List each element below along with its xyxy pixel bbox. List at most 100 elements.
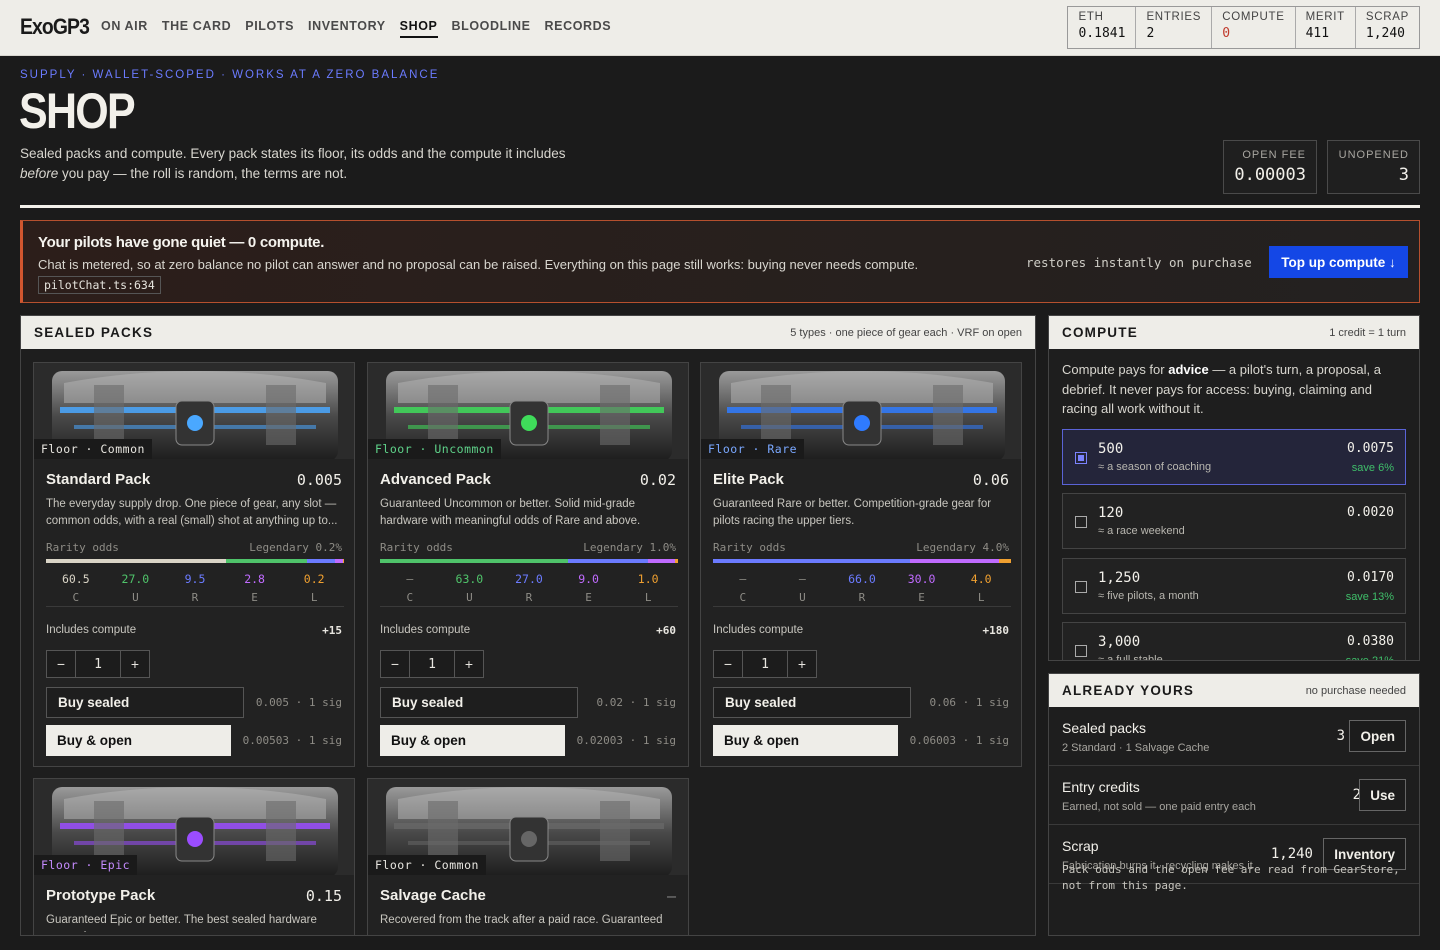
compute-option[interactable]: 3,000 ≈ a full stable 0.0380 save 21% xyxy=(1062,622,1406,660)
pack-price: 0.02 xyxy=(639,471,676,489)
decrement-button[interactable]: − xyxy=(713,650,743,678)
includes-compute-value: +60 xyxy=(656,624,676,637)
nav-item-inventory[interactable]: INVENTORY xyxy=(308,19,386,38)
already-yours-header: ALREADY YOURS no purchase needed xyxy=(1049,674,1419,707)
compute-option[interactable]: 500 ≈ a season of coaching 0.0075 save 6% xyxy=(1062,429,1406,485)
rarity-odds-bar xyxy=(380,559,678,563)
increment-button[interactable]: + xyxy=(454,650,484,678)
quantity-value[interactable]: 1 xyxy=(743,650,787,678)
pack-description: The everyday supply drop. One piece of g… xyxy=(46,498,338,527)
rarity-odds-cell: 4.0 L xyxy=(951,572,1011,604)
nav-item-the-card[interactable]: THE CARD xyxy=(162,19,231,38)
compute-option-checkbox[interactable] xyxy=(1075,581,1087,593)
compute-title: COMPUTE xyxy=(1062,325,1138,340)
rarity-odds-cell: 60.5 C xyxy=(46,572,106,604)
rarity-key: R xyxy=(858,591,866,604)
rarity-odds-cell: 9.5 R xyxy=(165,572,225,604)
alert-title: Your pilots have gone quiet — 0 compute. xyxy=(38,234,325,251)
buy-sealed-meta: 0.005 · 1 sig xyxy=(255,696,342,709)
card-divider xyxy=(713,606,1011,607)
odds-label: Rarity odds xyxy=(46,541,119,554)
zero-compute-alert: Your pilots have gone quiet — 0 compute.… xyxy=(20,220,1420,303)
pack-name: Elite Pack xyxy=(713,471,784,488)
compute-option-checkbox[interactable] xyxy=(1075,645,1087,657)
rarity-segment-l xyxy=(675,559,678,563)
sealed-packs-subtitle: 5 types · one piece of gear each · VRF o… xyxy=(790,326,1022,339)
pack-name: Standard Pack xyxy=(46,471,151,488)
stat-merit: MERIT 411 xyxy=(1296,7,1356,48)
wallet-stats: ETH 0.1841 ENTRIES 2 COMPUTE 0 MERIT 411 SCRAP 1,… xyxy=(1067,6,1420,49)
rarity-key: C xyxy=(72,591,80,604)
pack-description: Recovered from the track after a paid ra… xyxy=(380,914,663,932)
rarity-key: C xyxy=(739,591,747,604)
rarity-odds-value: 9.5 xyxy=(184,572,206,586)
includes-compute-label: Includes compute xyxy=(46,624,137,636)
compute-option[interactable]: 1,250 ≈ five pilots, a month 0.0170 save 13… xyxy=(1062,558,1406,614)
compute-savings: save 6% xyxy=(1351,462,1394,474)
pack-card: Floor · Common Salvage Cache — Recovered fr… xyxy=(367,778,689,935)
odds-source-note: Pack odds and the open fee are read from… xyxy=(1062,863,1400,892)
pack-card: Floor · Epic Prototype Pack 0.15 Guaranteed… xyxy=(33,778,355,935)
nav-item-pilots[interactable]: PILOTS xyxy=(245,19,294,38)
rarity-key: L xyxy=(310,591,318,604)
buy-and-open-button[interactable]: Buy & open xyxy=(46,725,231,756)
quantity-value[interactable]: 1 xyxy=(76,650,120,678)
rarity-odds-value: 2.8 xyxy=(244,572,265,586)
top-up-compute-button[interactable]: Top up compute ↓ xyxy=(1269,246,1408,278)
stat-value: 0 xyxy=(1222,26,1231,41)
stat-value: 411 xyxy=(1305,26,1330,41)
compute-option-checkbox[interactable] xyxy=(1075,452,1087,464)
rarity-odds-cell: 27.0 U xyxy=(106,572,166,604)
increment-button[interactable]: + xyxy=(787,650,817,678)
nav-item-records[interactable]: RECORDS xyxy=(545,19,612,38)
pack-card: Floor · Uncommon Advanced Pack 0.02 Guarant… xyxy=(367,362,689,767)
main-nav: ON AIR THE CARD PILOTS INVENTORY SHOP BLOODLI… xyxy=(101,19,611,38)
buy-sealed-button[interactable]: Buy sealed xyxy=(380,687,578,718)
rarity-odds-cell: 27.0 R xyxy=(499,572,559,604)
rarity-odds-value: 66.0 xyxy=(848,572,876,586)
owned-item-use-button[interactable]: Use xyxy=(1359,779,1406,811)
rarity-key: R xyxy=(191,591,199,604)
pack-image: Floor · Epic xyxy=(34,779,354,875)
buy-and-open-button[interactable]: Buy & open xyxy=(713,725,898,756)
rarity-odds-row: 60.5 C 27.0 U 9.5 R 2.8 E 0.2 L xyxy=(46,572,344,604)
buy-and-open-button[interactable]: Buy & open xyxy=(380,725,565,756)
owned-item-title: Scrap xyxy=(1062,838,1099,854)
compute-option-checkbox[interactable] xyxy=(1075,516,1087,528)
rarity-odds-value: 1.0 xyxy=(637,572,659,586)
quantity-value[interactable]: 1 xyxy=(410,650,454,678)
rarity-odds-bar xyxy=(713,559,1011,563)
compute-option[interactable]: 120 ≈ a race weekend 0.0020 xyxy=(1062,493,1406,549)
decrement-button[interactable]: − xyxy=(46,650,76,678)
nav-item-bloodline[interactable]: BLOODLINE xyxy=(452,19,531,38)
page-kicker: SUPPLY · WALLET-SCOPED · WORKS AT A ZERO… xyxy=(20,69,440,81)
app-logo[interactable]: ExoGP3 xyxy=(20,14,90,40)
rarity-odds-value: — xyxy=(406,572,414,586)
includes-compute-label: Includes compute xyxy=(713,624,804,636)
sealed-packs-header: SEALED PACKS 5 types · one piece of gear… xyxy=(21,316,1035,349)
quantity-stepper: −1 + xyxy=(713,650,817,678)
stat-value: 0.1841 xyxy=(1078,26,1126,41)
decrement-button[interactable]: − xyxy=(380,650,410,678)
compute-price: 0.0170 xyxy=(1347,570,1394,585)
rarity-odds-value: 9.0 xyxy=(578,572,599,586)
unopened-box: UNOPENED 3 xyxy=(1327,140,1420,194)
buy-sealed-button[interactable]: Buy sealed xyxy=(46,687,244,718)
pack-card: Floor · Common Standard Pack 0.005 The ever… xyxy=(33,362,355,767)
compute-intro: Compute pays for advice — a pilot's turn… xyxy=(1062,362,1381,416)
rarity-key: L xyxy=(977,591,985,604)
alert-body: Chat is metered, so at zero balance no p… xyxy=(38,257,919,272)
legendary-odds: Legendary 1.0% xyxy=(583,541,676,554)
nav-item-on-air[interactable]: ON AIR xyxy=(101,19,148,38)
unopened-label: UNOPENED xyxy=(1338,149,1409,161)
buy-sealed-button[interactable]: Buy sealed xyxy=(713,687,911,718)
rarity-odds-cell: 66.0 R xyxy=(832,572,892,604)
stat-compute: COMPUTE 0 xyxy=(1212,7,1296,48)
owned-item-open-button[interactable]: Open xyxy=(1349,720,1406,752)
rarity-segment-r xyxy=(567,559,649,563)
compute-description: ≈ a season of coaching xyxy=(1098,461,1212,473)
increment-button[interactable]: + xyxy=(120,650,150,678)
stat-label: MERIT xyxy=(1305,11,1345,23)
compute-subtitle: 1 credit = 1 turn xyxy=(1329,326,1406,339)
nav-item-shop[interactable]: SHOP xyxy=(399,19,438,38)
